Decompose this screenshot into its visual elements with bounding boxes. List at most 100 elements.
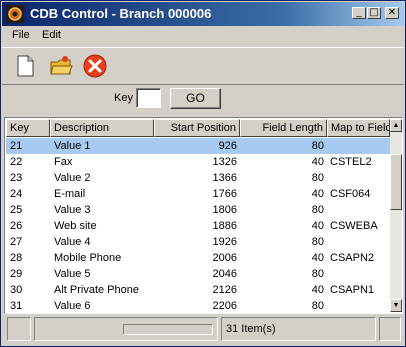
scroll-up-button[interactable]: ▲: [390, 119, 402, 132]
column-description[interactable]: Description: [50, 119, 154, 137]
cell-start-position: 1766: [212, 188, 237, 200]
minimize-button[interactable]: _: [352, 7, 366, 19]
cell-start-position: 2126: [212, 284, 237, 296]
cell-start-position: 2046: [212, 268, 237, 280]
cell-start-position: 1806: [212, 204, 237, 216]
cell-field-length: 80: [311, 140, 324, 152]
cell-key: 27: [10, 236, 23, 248]
go-button[interactable]: GO: [170, 88, 221, 109]
cell-start-position: 2206: [212, 300, 237, 312]
close-button[interactable]: ✕: [385, 7, 399, 19]
cell-field-length: 80: [311, 204, 324, 216]
cell-field-length: 40: [311, 188, 324, 200]
cell-map-to-field: CSAPN2: [330, 252, 375, 264]
cell-key: 23: [10, 172, 23, 184]
table-row[interactable]: 25 Value 3 1806 80: [6, 202, 390, 218]
table-row[interactable]: 28 Mobile Phone 2006 40 CSAPN2: [6, 250, 390, 266]
menu-bar: File Edit: [2, 27, 404, 45]
scroll-down-icon: ▼: [392, 302, 400, 309]
cell-field-length: 40: [311, 284, 324, 296]
scroll-thumb[interactable]: [390, 154, 402, 210]
cell-key: 25: [10, 204, 23, 216]
cell-description: Alt Private Phone: [54, 284, 139, 296]
status-panel-left: [7, 317, 31, 341]
cell-start-position: 2006: [212, 252, 237, 264]
column-start-position[interactable]: Start Position: [154, 119, 240, 137]
key-input[interactable]: [136, 88, 161, 108]
column-key[interactable]: Key: [6, 119, 50, 137]
table-row[interactable]: 27 Value 4 1926 80: [6, 234, 390, 250]
cell-description: Value 4: [54, 236, 91, 248]
vertical-scrollbar[interactable]: ▲ ▼: [390, 119, 402, 312]
menu-file[interactable]: File: [12, 29, 30, 41]
title-bar[interactable]: CDB Control - Branch 000006 _ □ ✕: [2, 2, 404, 26]
list-header: Key Description Start Position Field Len…: [6, 119, 390, 137]
cell-start-position: 1886: [212, 220, 237, 232]
cell-description: Value 2: [54, 172, 91, 184]
status-panel-count: 31 Item(s): [221, 317, 376, 341]
field-list[interactable]: Key Description Start Position Field Len…: [4, 117, 403, 314]
cell-description: Fax: [54, 156, 73, 168]
menu-edit[interactable]: Edit: [42, 29, 61, 41]
cell-field-length: 40: [311, 252, 324, 264]
table-row[interactable]: 30 Alt Private Phone 2126 40 CSAPN1: [6, 282, 390, 298]
cell-field-length: 80: [311, 236, 324, 248]
delete-icon[interactable]: [82, 53, 108, 79]
table-row[interactable]: 26 Web site 1886 40 CSWEBA: [6, 218, 390, 234]
column-map-to-field[interactable]: Map to Field: [327, 119, 390, 137]
cell-start-position: 1366: [212, 172, 237, 184]
cell-field-length: 40: [311, 220, 324, 232]
cell-map-to-field: CSTEL2: [330, 156, 372, 168]
cell-description: Web site: [54, 220, 97, 232]
key-label: Key: [114, 92, 133, 104]
cell-description: Value 5: [54, 268, 91, 280]
item-count: 31 Item(s): [226, 323, 276, 335]
cell-field-length: 40: [311, 156, 324, 168]
cell-description: Mobile Phone: [54, 252, 122, 264]
cell-key: 31: [10, 300, 23, 312]
progress-bar: [123, 324, 213, 335]
cell-key: 26: [10, 220, 23, 232]
cell-key: 29: [10, 268, 23, 280]
app-gear-icon[interactable]: [6, 5, 24, 23]
cell-map-to-field: CSWEBA: [330, 220, 378, 232]
cell-field-length: 80: [311, 300, 324, 312]
cell-field-length: 80: [311, 268, 324, 280]
open-folder-icon[interactable]: [48, 53, 74, 79]
status-panel-right: [379, 317, 401, 341]
cell-key: 21: [10, 140, 23, 152]
table-row[interactable]: 24 E-mail 1766 40 CSF064: [6, 186, 390, 202]
cell-description: Value 6: [54, 300, 91, 312]
status-panel-progress: [34, 317, 218, 341]
table-row[interactable]: 23 Value 2 1366 80: [6, 170, 390, 186]
toolbar: [2, 47, 404, 85]
table-row[interactable]: 31 Value 6 2206 80: [6, 298, 390, 313]
column-field-length[interactable]: Field Length: [240, 119, 327, 137]
table-row[interactable]: 21 Value 1 926 80: [6, 138, 390, 154]
table-row[interactable]: 29 Value 5 2046 80: [6, 266, 390, 282]
scroll-down-button[interactable]: ▼: [390, 299, 402, 312]
cell-start-position: 1326: [212, 156, 237, 168]
cell-key: 24: [10, 188, 23, 200]
cell-description: E-mail: [54, 188, 86, 200]
cdb-control-window: CDB Control - Branch 000006 _ □ ✕ File E…: [0, 0, 406, 347]
table-row[interactable]: 22 Fax 1326 40 CSTEL2: [6, 154, 390, 170]
cell-description: Value 1: [54, 140, 91, 152]
cell-map-to-field: CSAPN1: [330, 284, 375, 296]
cell-field-length: 80: [311, 172, 324, 184]
cell-key: 22: [10, 156, 23, 168]
maximize-icon: □: [369, 7, 379, 18]
cell-key: 30: [10, 284, 23, 296]
cell-map-to-field: CSF064: [330, 188, 371, 200]
window-title: CDB Control - Branch 000006: [30, 6, 212, 21]
cell-key: 28: [10, 252, 23, 264]
list-rows: 21 Value 1 926 80 22 Fax 1326 40 CSTEL2 23 Value 2…: [6, 138, 390, 313]
status-bar: 31 Item(s): [2, 315, 404, 345]
scroll-up-icon: ▲: [392, 122, 400, 129]
key-search-row: Key GO: [1, 85, 405, 111]
minimize-icon: _: [356, 7, 362, 18]
new-document-icon[interactable]: [12, 53, 38, 79]
cell-description: Value 3: [54, 204, 91, 216]
close-icon: ✕: [387, 7, 397, 18]
maximize-button[interactable]: □: [367, 7, 381, 19]
